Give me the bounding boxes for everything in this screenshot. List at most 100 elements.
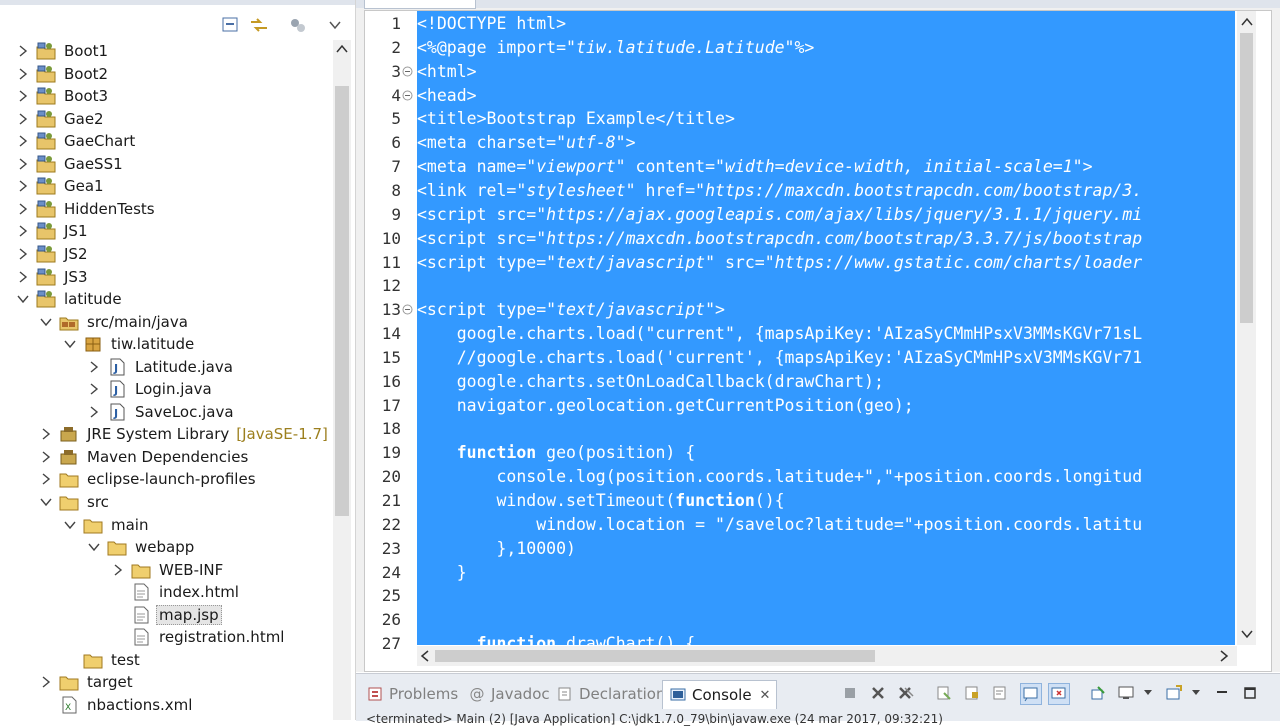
remove-launch-icon[interactable] [868, 683, 888, 703]
editor-vscroll-thumb[interactable] [1240, 33, 1253, 323]
show-on-error-icon[interactable] [1048, 683, 1070, 705]
tree-item[interactable]: Maven Dependencies [0, 446, 355, 468]
tree-item[interactable]: GaeSS1 [0, 153, 346, 175]
tree-item[interactable]: Boot3 [0, 85, 346, 107]
chevron-right-icon[interactable] [16, 134, 30, 148]
tree-item[interactable]: tiw.latitude [0, 333, 355, 355]
tab-console[interactable]: Console ✕ [662, 680, 778, 709]
terminate-icon[interactable] [840, 683, 860, 703]
scroll-left-icon[interactable] [420, 650, 430, 662]
chevron-right-icon[interactable] [87, 405, 101, 419]
remove-all-terminated-icon[interactable] [896, 683, 916, 703]
tree-item[interactable]: Xnbactions.xml [0, 694, 355, 716]
fold-collapse-icon[interactable] [402, 66, 414, 78]
fold-collapse-icon[interactable] [402, 90, 414, 102]
tree-item[interactable]: J SaveLoc.java [0, 401, 355, 423]
editor-vertical-scrollbar[interactable] [1237, 11, 1256, 645]
tree-item[interactable]: src/main/java [0, 311, 355, 333]
fold-collapse-icon[interactable] [402, 304, 414, 316]
minimize-icon[interactable] [1212, 683, 1232, 703]
scroll-lock-icon[interactable] [962, 683, 982, 703]
tab-declaration[interactable]: Declaration [556, 680, 665, 708]
tree-item[interactable]: Boot1 [0, 40, 346, 62]
tree-item[interactable]: Gae2 [0, 108, 346, 130]
focus-icon[interactable] [287, 14, 309, 36]
link-with-editor-icon[interactable] [248, 14, 270, 36]
chevron-right-icon[interactable] [16, 270, 30, 284]
chevron-right-icon[interactable] [16, 224, 30, 238]
chevron-right-icon[interactable] [87, 360, 101, 374]
tree-item[interactable]: Gea1 [0, 175, 346, 197]
editor-tab-strip [356, 0, 1280, 9]
tree-item[interactable]: map.jsp [0, 604, 355, 626]
tree-item[interactable]: test [0, 649, 355, 671]
chevron-down-icon[interactable] [1186, 683, 1206, 703]
editor-tab-map-jsp[interactable] [364, 0, 476, 9]
chevron-right-icon[interactable] [16, 202, 30, 216]
tree-item[interactable]: GaeChart [0, 130, 346, 152]
view-menu-icon[interactable] [324, 14, 346, 36]
explorer-scrollbar[interactable] [333, 40, 351, 720]
tree-item[interactable]: JS2 [0, 243, 346, 265]
tree-item-label: GaeSS1 [64, 154, 123, 173]
chevron-right-icon[interactable] [111, 563, 125, 577]
collapse-all-icon[interactable] [220, 14, 242, 36]
tree-item[interactable]: main [0, 514, 355, 536]
chevron-right-icon[interactable] [16, 157, 30, 171]
chevron-right-icon[interactable] [16, 179, 30, 193]
view-tab-strip [0, 0, 355, 5]
tree-item[interactable]: Boot2 [0, 63, 346, 85]
display-console-icon[interactable] [1116, 683, 1136, 703]
chevron-down-icon[interactable] [63, 337, 77, 351]
chevron-right-icon[interactable] [16, 89, 30, 103]
tab-javadoc[interactable]: @ Javadoc [468, 680, 550, 708]
chevron-down-icon[interactable] [16, 292, 30, 306]
java-file-icon: J [107, 380, 127, 398]
chevron-right-icon[interactable] [16, 67, 30, 81]
close-icon[interactable]: ✕ [760, 688, 771, 703]
tree-item[interactable]: target [0, 671, 355, 693]
editor-hscroll-thumb[interactable] [435, 650, 875, 662]
word-wrap-icon[interactable] [990, 683, 1010, 703]
tree-item[interactable]: JS1 [0, 220, 346, 242]
chevron-right-icon[interactable] [39, 427, 53, 441]
pin-console-icon[interactable] [1088, 683, 1108, 703]
tree-item[interactable]: JRE System Library [JavaSE-1.7] [0, 423, 355, 445]
scroll-up-icon[interactable] [1241, 17, 1253, 27]
tree-item[interactable]: latitude [0, 288, 346, 310]
tree-item[interactable]: registration.html [0, 626, 355, 648]
code-line: google.charts.setOnLoadCallback(drawChar… [417, 370, 884, 394]
tree-item[interactable]: eclipse-launch-profiles [0, 468, 355, 490]
tree-item[interactable]: J Login.java [0, 378, 355, 400]
chevron-down-icon[interactable] [39, 315, 53, 329]
chevron-down-icon[interactable] [87, 540, 101, 554]
chevron-right-icon[interactable] [16, 112, 30, 126]
editor-horizontal-scrollbar[interactable] [417, 646, 1237, 666]
scroll-down-icon[interactable] [1241, 629, 1253, 639]
tree-item[interactable]: J Latitude.java [0, 356, 355, 378]
chevron-right-icon[interactable] [39, 472, 53, 486]
tree-item[interactable]: index.html [0, 581, 355, 603]
chevron-right-icon[interactable] [16, 44, 30, 58]
tree-item[interactable]: HiddenTests [0, 198, 346, 220]
tree-item[interactable]: WEB-INF [0, 559, 355, 581]
code-text-area[interactable]: <!DOCTYPE html> <%@page import="tiw.latit… [417, 11, 1235, 645]
chevron-right-icon[interactable] [87, 382, 101, 396]
chevron-right-icon[interactable] [39, 450, 53, 464]
show-on-output-icon[interactable] [1020, 683, 1042, 705]
tab-problems[interactable]: Problems [366, 680, 458, 708]
chevron-right-icon[interactable] [16, 247, 30, 261]
tree-item[interactable]: JS3 [0, 266, 346, 288]
chevron-down-icon[interactable] [39, 495, 53, 509]
chevron-down-icon[interactable] [1138, 683, 1158, 703]
explorer-scroll-thumb[interactable] [335, 86, 349, 516]
tree-item[interactable]: webapp [0, 536, 355, 558]
maximize-icon[interactable] [1240, 683, 1260, 703]
chevron-right-icon[interactable] [39, 675, 53, 689]
tree-item[interactable]: src [0, 491, 355, 513]
scroll-right-icon[interactable] [1219, 650, 1229, 662]
clear-console-icon[interactable] [934, 683, 954, 703]
scroll-up-icon[interactable] [336, 44, 348, 54]
open-console-icon[interactable] [1164, 683, 1184, 703]
chevron-down-icon[interactable] [63, 518, 77, 532]
